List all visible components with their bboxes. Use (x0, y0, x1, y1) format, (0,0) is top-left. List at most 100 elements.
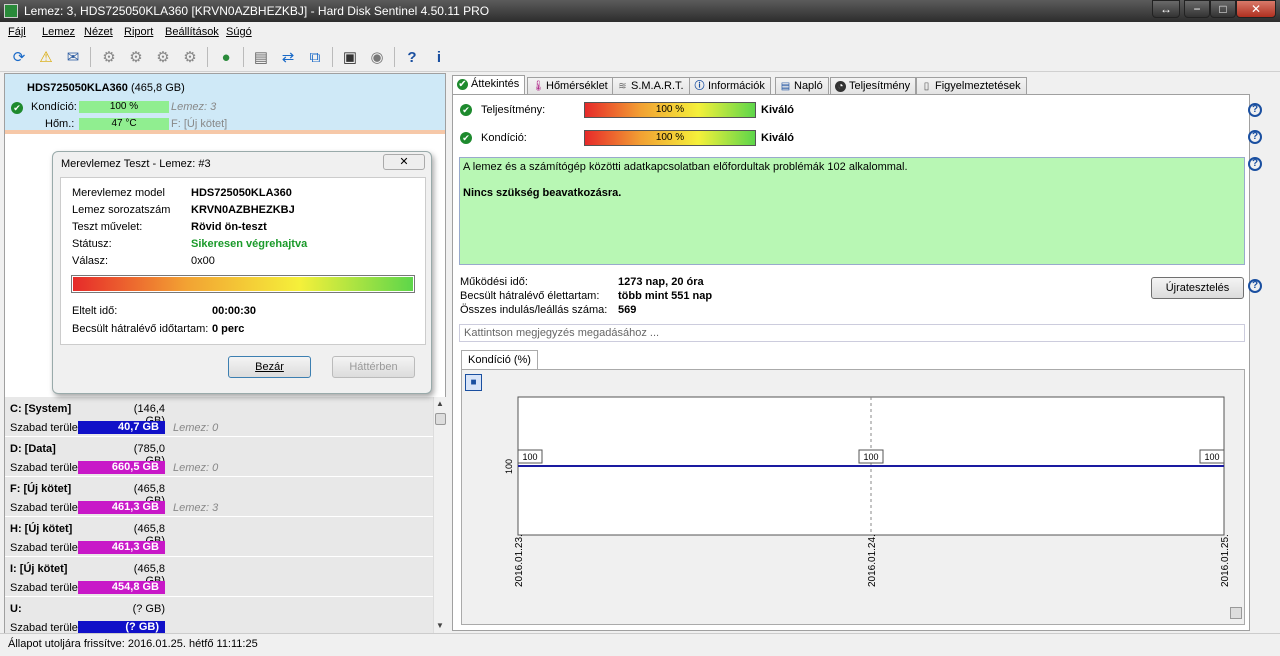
tab-performance[interactable]: ◔ Teljesítmény (830, 77, 917, 95)
elapsed-value: 00:00:30 (212, 305, 257, 317)
minimize-button[interactable]: − (1184, 0, 1210, 18)
scroll-thumb[interactable] (435, 413, 446, 425)
retest-button[interactable]: Újratesztelés (1151, 277, 1244, 299)
operation-value: Rövid ön-teszt (191, 221, 267, 233)
operation-label: Teszt művelet: (72, 221, 143, 233)
help-icon[interactable]: ? (1248, 279, 1262, 293)
disk-test-dialog: Merevlemez Teszt - Lemez: #3 ✕ Merevleme… (52, 151, 432, 394)
log-icon: ▤ (780, 81, 791, 92)
help-icon[interactable]: ? (1248, 130, 1262, 144)
condition-chart-area: ■ 2016.01.23. 2016.01.24. 2016.01.25. 100 10… (461, 369, 1245, 625)
document-icon[interactable]: ▤ (250, 46, 272, 68)
tab-alerts[interactable]: ▯ Figyelmeztetések (916, 77, 1027, 95)
uptime-value: 1273 nap, 20 óra (618, 276, 704, 288)
chart-scroll-thumb[interactable] (1230, 607, 1242, 619)
response-value: 0x00 (191, 255, 215, 267)
free-space-label: Szabad terület (10, 622, 81, 633)
volume-disk: Lemez: 0 (173, 462, 219, 474)
resize-button[interactable]: ↔ (1152, 0, 1180, 18)
condition-label: Kondíció: (31, 101, 77, 113)
tab-smart[interactable]: ≋ S.M.A.R.T. (612, 77, 690, 95)
refresh-icon[interactable]: ⟳ (8, 46, 30, 68)
report-icon[interactable]: ✉ (62, 46, 84, 68)
free-space-bar: (? GB) (78, 621, 165, 633)
menu-disk[interactable]: Lemez (42, 26, 75, 38)
disk-tools-icon[interactable]: ⚙ (179, 46, 201, 68)
volume-name: F: [Új kötet] (10, 483, 72, 495)
app-icon (4, 4, 18, 18)
tab-temperature[interactable]: 🌡 Hőmérséklet (527, 77, 614, 95)
maximize-button[interactable]: □ (1210, 0, 1236, 18)
scroll-up-icon[interactable]: ▲ (436, 399, 444, 408)
tab-condition-chart[interactable]: Kondíció (%) (461, 350, 538, 369)
free-space-label: Szabad terület (10, 582, 81, 594)
menu-settings[interactable]: Beállítások (165, 26, 219, 38)
menu-report[interactable]: Riport (124, 26, 153, 38)
volume-item[interactable]: H: [Új kötet](465,8 GB)Szabad terület461… (5, 517, 433, 557)
help-icon[interactable]: ? (1248, 157, 1262, 171)
response-label: Válasz: (72, 255, 109, 267)
remaining-label: Becsült hátralévő időtartam: (72, 323, 209, 335)
background-button[interactable]: Háttérben (332, 356, 415, 378)
dialog-close-action-button[interactable]: Bezár (228, 356, 311, 378)
volume-item[interactable]: C: [System](146,4 GB)Szabad terület40,7 … (5, 397, 433, 437)
disk-surface-icon[interactable]: ⚙ (125, 46, 147, 68)
menu-view[interactable]: Nézet (84, 26, 113, 38)
info-icon[interactable]: i (428, 46, 450, 68)
volume-name: U: (10, 603, 22, 615)
volume-item[interactable]: D: [Data](785,0 GB)Szabad terület660,5 G… (5, 437, 433, 477)
scroll-down-icon[interactable]: ▼ (436, 621, 444, 630)
tab-bar: ✔ Áttekintés 🌡 Hőmérséklet ≋ S.M.A.R.T. ⓘ In… (452, 75, 1276, 96)
check-icon: ✔ (457, 79, 468, 90)
network-icon[interactable]: ⧉ (304, 46, 326, 68)
volume-item[interactable]: U: (? GB) Szabad terület (? GB) (5, 597, 433, 633)
sound-icon[interactable]: ◉ (366, 46, 388, 68)
sync-icon[interactable]: ⇄ (277, 46, 299, 68)
disk-info-icon[interactable]: ⚙ (152, 46, 174, 68)
tab-information[interactable]: ⓘ Információk (689, 77, 771, 95)
status-message: A lemez és a számítógép közötti adatkapc… (463, 161, 908, 173)
condition-note: Lemez: 3 (171, 101, 217, 113)
volume-item[interactable]: F: [Új kötet](465,8 GB)Szabad terület461… (5, 477, 433, 517)
menu-bar: Fájl Lemez Nézet Riport Beállítások Súgó (0, 22, 1280, 42)
dialog-close-button[interactable]: ✕ (383, 154, 425, 170)
temperature-label: Hőm.: (45, 118, 75, 130)
warning-icon[interactable]: ⚠ (35, 46, 57, 68)
window-title: Lemez: 3, HDS725050KLA360 [KRVN0AZBHEZKB… (24, 4, 490, 18)
free-space-label: Szabad terület (10, 462, 81, 474)
help-icon[interactable]: ? (401, 46, 423, 68)
note-field[interactable]: Kattintson megjegyzés megadásához ... (459, 324, 1245, 342)
globe-icon[interactable]: ● (215, 46, 237, 68)
status-bar: Állapot utoljára frissítve: 2016.01.25. … (0, 633, 1280, 656)
volume-scrollbar[interactable]: ▲ ▼ (433, 397, 447, 633)
test-progress-bar (71, 275, 415, 293)
menu-help[interactable]: Súgó (226, 26, 252, 38)
y-axis-label: 100 (504, 459, 514, 474)
volume-name: I: [Új kötet] (10, 563, 68, 575)
disk-test-icon[interactable]: ⚙ (98, 46, 120, 68)
x-tick-label: 2016.01.24. (867, 534, 878, 587)
status-text: Állapot utoljára frissítve: 2016.01.25. … (8, 638, 258, 650)
volume-item[interactable]: I: [Új kötet](465,8 GB)Szabad terület454… (5, 557, 433, 597)
disk-entry[interactable]: HDS725050KLA360 (465,8 GB) ✔ Kondíció: 1… (5, 74, 445, 134)
dialog-content: Merevlemez model HDS725050KLA360 Lemez s… (60, 177, 426, 345)
close-button[interactable]: ✕ (1236, 0, 1276, 18)
smart-icon: ≋ (618, 81, 627, 92)
serial-label: Lemez sorozatszám (72, 204, 171, 216)
free-space-label: Szabad terület (10, 542, 81, 554)
monitor-icon[interactable]: ▣ (339, 46, 361, 68)
free-space-label: Szabad terület (10, 502, 81, 514)
temperature-bar: 47 °C (79, 118, 169, 130)
tab-overview[interactable]: ✔ Áttekintés (452, 75, 526, 96)
free-space-bar: 40,7 GB (78, 421, 165, 434)
volume-disk: Lemez: 0 (173, 422, 219, 434)
help-icon[interactable]: ? (1248, 103, 1262, 117)
menu-file[interactable]: Fájl (8, 26, 26, 38)
volume-name: D: [Data] (10, 443, 56, 455)
condition-label: Kondíció: (481, 132, 527, 144)
app-window: Lemez: 3, HDS725050KLA360 [KRVN0AZBHEZKB… (0, 0, 1280, 656)
dialog-title: Merevlemez Teszt - Lemez: #3 (61, 158, 211, 170)
status-value: Sikeresen végrehajtva (191, 238, 308, 250)
lifetime-label: Becsült hátralévő élettartam: (460, 290, 600, 302)
tab-log[interactable]: ▤ Napló (775, 77, 829, 95)
